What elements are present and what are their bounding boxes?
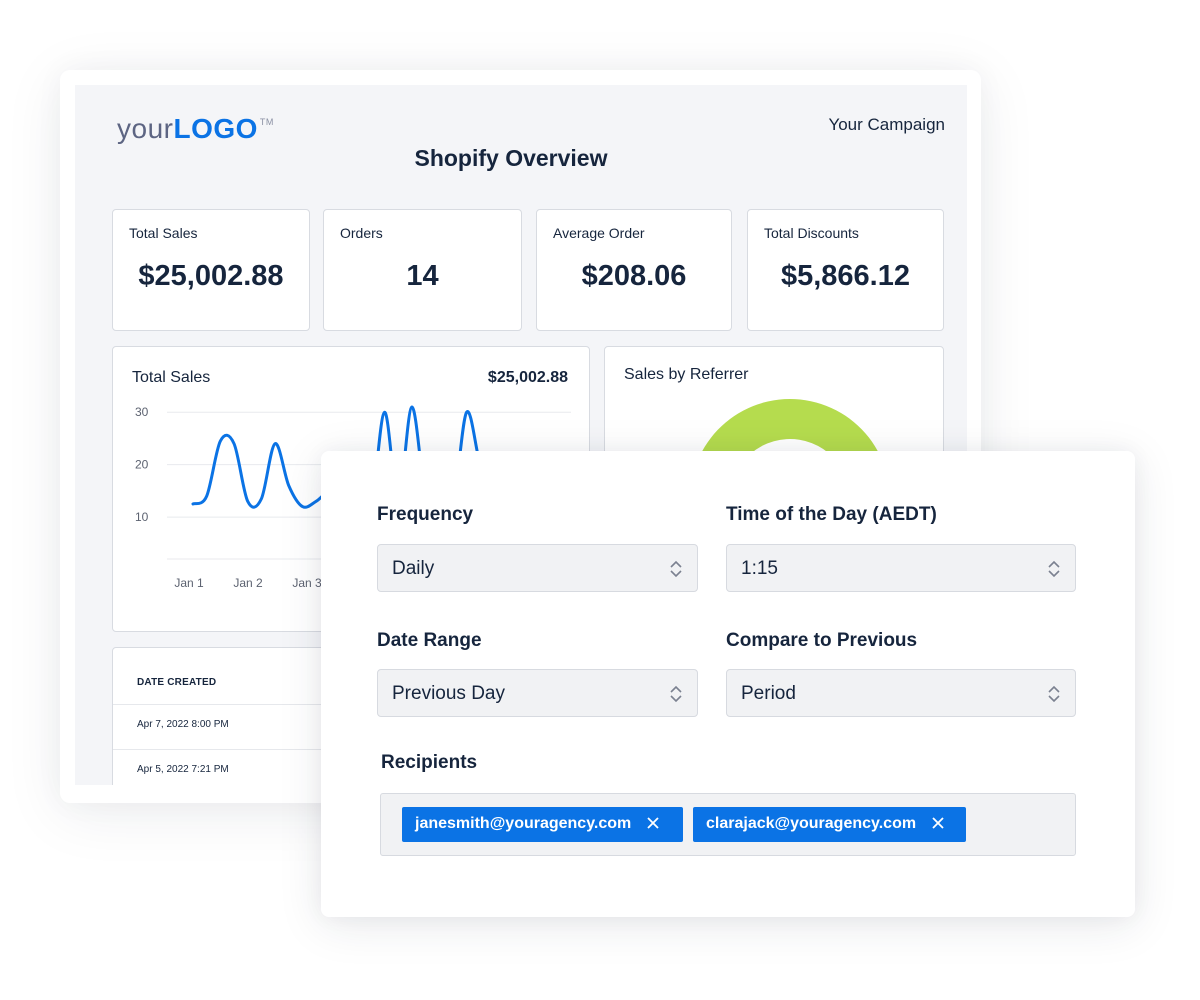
close-icon[interactable] bbox=[931, 816, 945, 830]
logo-prefix: your bbox=[117, 113, 174, 144]
kpi-card-average-order: Average Order $208.06 bbox=[536, 209, 732, 331]
x-tick-label: Jan 3 bbox=[292, 576, 322, 590]
time-of-day-value: 1:15 bbox=[741, 558, 778, 579]
y-tick-label: 30 bbox=[135, 405, 149, 419]
y-tick-label: 10 bbox=[135, 510, 149, 524]
time-of-day-select[interactable]: 1:15 bbox=[726, 544, 1076, 592]
kpi-value: $25,002.88 bbox=[138, 260, 284, 292]
recipient-email: janesmith@youragency.com bbox=[415, 815, 632, 832]
y-tick-label: 20 bbox=[135, 458, 149, 472]
date-range-label: Date Range bbox=[377, 630, 482, 651]
logo-trademark: TM bbox=[259, 117, 274, 127]
brand-logo: yourLOGO TM bbox=[117, 113, 274, 145]
logo-brand: LOGO bbox=[173, 113, 258, 144]
table-cell-date: Apr 7, 2022 8:00 PM bbox=[137, 719, 229, 730]
chevron-up-down-icon bbox=[1048, 685, 1060, 703]
time-of-day-label: Time of the Day (AEDT) bbox=[726, 504, 937, 525]
recipients-label: Recipients bbox=[381, 752, 478, 773]
chevron-up-down-icon bbox=[1048, 560, 1060, 578]
kpi-label: Orders bbox=[340, 225, 383, 241]
recipient-email: clarajack@youragency.com bbox=[706, 815, 917, 832]
x-tick-label: Jan 1 bbox=[174, 576, 204, 590]
report-title: Shopify Overview bbox=[414, 145, 608, 171]
date-range-value: Previous Day bbox=[392, 683, 505, 704]
kpi-value: $5,866.12 bbox=[780, 260, 910, 292]
compare-to-previous-value: Period bbox=[741, 683, 796, 704]
frequency-label: Frequency bbox=[377, 504, 474, 525]
table-cell-date: Apr 5, 2022 7:21 PM bbox=[137, 764, 229, 775]
compare-to-previous-select[interactable]: Period bbox=[726, 669, 1076, 717]
chevron-up-down-icon bbox=[670, 560, 682, 578]
kpi-value: 14 bbox=[406, 260, 439, 292]
date-range-select[interactable]: Previous Day bbox=[377, 669, 698, 717]
column-header-date-created: DATE CREATED bbox=[137, 677, 217, 688]
recipients-input[interactable]: janesmith@youragency.com clarajack@youra… bbox=[380, 793, 1076, 856]
frequency-value: Daily bbox=[392, 558, 435, 579]
compare-to-previous-label: Compare to Previous bbox=[726, 630, 918, 651]
campaign-name: Your Campaign bbox=[828, 115, 945, 134]
recipient-chip[interactable]: clarajack@youragency.com bbox=[693, 807, 966, 842]
x-tick-label: Jan 2 bbox=[233, 576, 263, 590]
recipient-chip[interactable]: janesmith@youragency.com bbox=[402, 807, 683, 842]
kpi-card-orders: Orders 14 bbox=[323, 209, 522, 331]
kpi-label: Average Order bbox=[553, 225, 645, 241]
kpi-label: Total Discounts bbox=[764, 225, 859, 241]
kpi-value: $208.06 bbox=[581, 260, 687, 292]
chevron-up-down-icon bbox=[670, 685, 682, 703]
kpi-card-total-discounts: Total Discounts $5,866.12 bbox=[747, 209, 944, 331]
kpi-label: Total Sales bbox=[129, 225, 198, 241]
kpi-card-total-sales: Total Sales $25,002.88 bbox=[112, 209, 310, 331]
schedule-settings-card: Frequency Daily Time of the Day (AEDT) 1… bbox=[321, 451, 1135, 917]
close-icon[interactable] bbox=[646, 816, 660, 830]
frequency-select[interactable]: Daily bbox=[377, 544, 698, 592]
